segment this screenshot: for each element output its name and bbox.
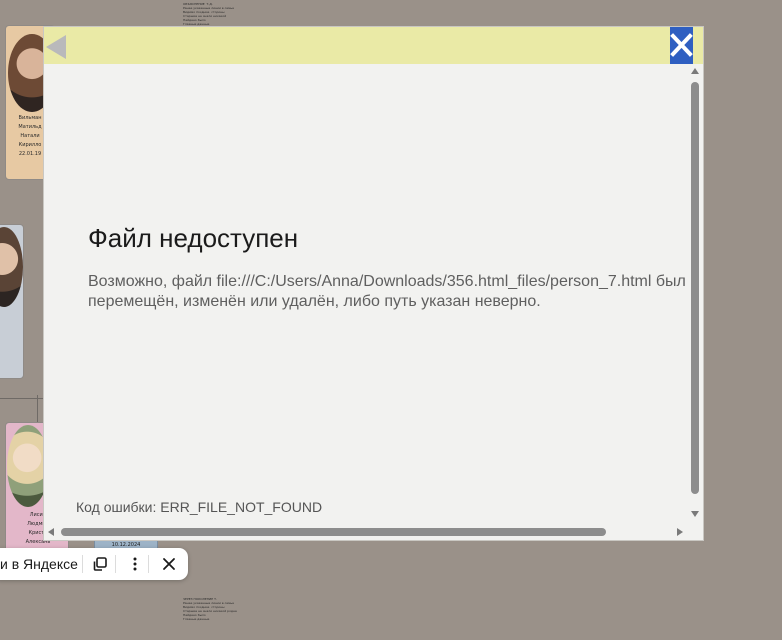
person-photo — [7, 425, 49, 507]
search-in-yandex-label[interactable]: и в Яндексе — [0, 556, 78, 572]
tree-connector-horizontal — [0, 398, 44, 399]
person-card-2[interactable] — [0, 224, 24, 379]
scroll-up-arrow[interactable] — [691, 68, 699, 74]
dialog-topbar — [44, 27, 703, 64]
close-icon — [670, 33, 693, 57]
toolbar-separator — [82, 555, 83, 573]
person-photo — [0, 227, 23, 307]
copy-icon[interactable] — [91, 555, 109, 573]
close-button[interactable] — [670, 27, 693, 64]
floating-toolbar: и в Яндексе — [0, 548, 188, 580]
tree-connector-vertical — [37, 395, 38, 425]
error-dialog: Файл недоступен Возможно, файл file:///C… — [44, 27, 703, 540]
back-arrow-icon[interactable] — [46, 35, 66, 59]
scroll-right-arrow[interactable] — [677, 528, 683, 536]
scroll-down-arrow[interactable] — [691, 511, 699, 517]
tiny-text-bottom: ЧЕРЕЗ ПОКОЛЕНИЕ Т. Ранее указанные линии… — [183, 597, 237, 621]
scroll-left-arrow[interactable] — [48, 528, 54, 536]
close-icon[interactable] — [160, 555, 178, 573]
error-description: Возможно, файл file:///C:/Users/Anna/Dow… — [88, 273, 686, 310]
vertical-scrollbar-thumb[interactable] — [691, 82, 699, 494]
error-title: Файл недоступен — [88, 223, 299, 253]
tiny-text-top: ОБЪЯСНЕНИЕ Т.Д. Ранее указанные линии в … — [183, 2, 234, 26]
more-vertical-icon[interactable] — [126, 555, 144, 573]
toolbar-separator — [148, 555, 149, 573]
toolbar-separator — [115, 555, 116, 573]
horizontal-scrollbar-thumb[interactable] — [61, 528, 606, 536]
error-code: Код ошибки: ERR_FILE_NOT_FOUND — [76, 499, 323, 515]
